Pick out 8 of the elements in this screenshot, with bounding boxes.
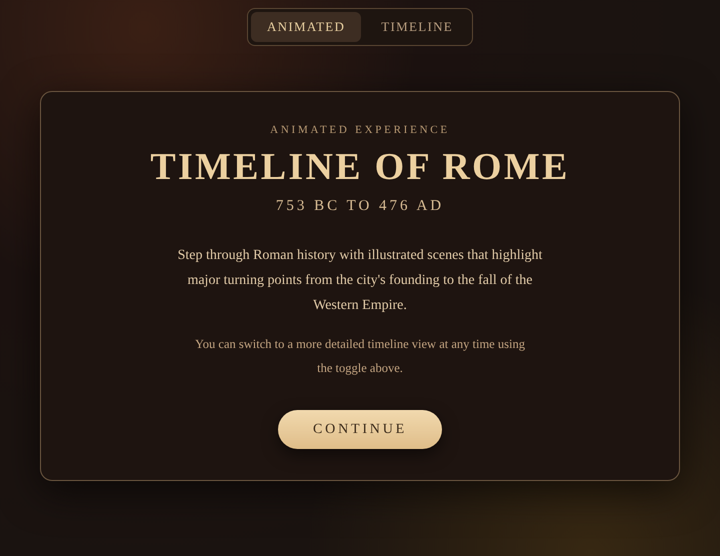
date-range: 753 BC TO 476 AD xyxy=(276,196,444,216)
continue-button[interactable]: CONTINUE xyxy=(278,410,442,449)
description-text: Step through Roman history with illustrated scenes that highlight major turning points from the city's founding to the fall of the Western Empire. xyxy=(176,247,544,315)
page-title: TIMELINE OF ROME xyxy=(150,144,570,188)
eyebrow-label: ANIMATED EXPERIENCE xyxy=(270,123,450,138)
toggle-note: You can switch to a more detailed timeline view at any time using the toggle above. xyxy=(194,336,526,377)
view-tab[interactable]: TIMELINE xyxy=(365,12,470,42)
view-tab[interactable]: ANIMATED xyxy=(250,12,362,42)
